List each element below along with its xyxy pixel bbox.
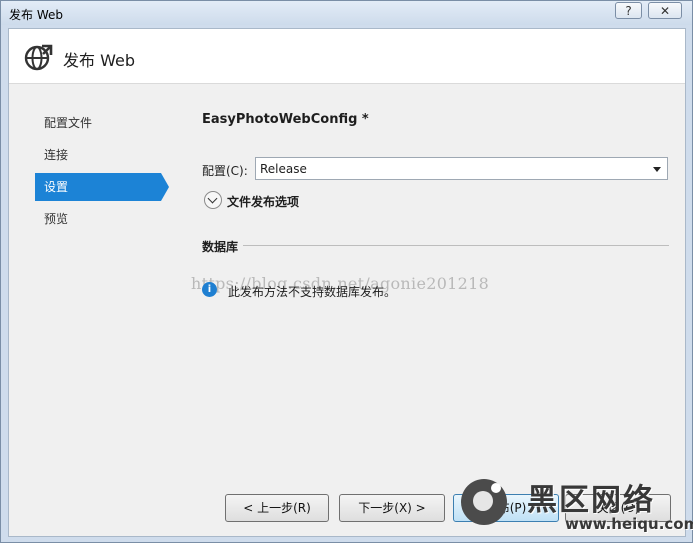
publish-web-dialog: 发布 Web ? ✕ 发布 Web 配置文件 连接 设置 预览 EasyPhot…: [0, 0, 693, 543]
nav-item-settings-label: 设置: [44, 180, 69, 194]
logo-text: 黑区网络: [527, 483, 655, 518]
configuration-label: 配置(C):: [202, 164, 248, 178]
site-logo-watermark: 黑区网络 www.heiqu.com: [453, 475, 693, 537]
nav-item-connection[interactable]: 连接: [35, 141, 161, 169]
info-icon: i: [202, 282, 217, 297]
configuration-value: Release: [260, 162, 307, 176]
logo-icon: [461, 479, 507, 525]
section-divider: [243, 245, 669, 246]
database-section-title: 数据库: [202, 240, 239, 254]
next-button[interactable]: 下一步(X) >: [339, 494, 445, 522]
logo-icon-inner: [473, 491, 493, 511]
nav-item-profile[interactable]: 配置文件: [35, 109, 161, 137]
previous-button[interactable]: < 上一步(R): [225, 494, 329, 522]
chevron-down-icon: [207, 193, 218, 204]
help-button[interactable]: ?: [615, 2, 642, 19]
title-bar[interactable]: 发布 Web ? ✕: [1, 1, 692, 25]
configuration-select[interactable]: Release: [255, 157, 668, 180]
nav-item-preview[interactable]: 预览: [35, 205, 161, 233]
dialog-header: 发布 Web: [9, 29, 685, 84]
nav-item-settings[interactable]: 设置: [35, 173, 169, 201]
database-info-message: 此发布方法不支持数据库发布。: [228, 285, 397, 299]
dropdown-arrow-icon: [653, 167, 661, 172]
profile-name: EasyPhotoWebConfig *: [202, 112, 369, 127]
active-indicator-arrow: [161, 173, 169, 201]
globe-icon: [24, 44, 53, 71]
file-publish-options-label[interactable]: 文件发布选项: [227, 193, 299, 210]
logo-icon-dot: [491, 483, 501, 493]
logo-url: www.heiqu.com: [565, 515, 693, 533]
window-close-button[interactable]: ✕: [648, 2, 682, 19]
window-title: 发布 Web: [9, 8, 63, 22]
page-title: 发布 Web: [63, 51, 135, 70]
dialog-body: 发布 Web 配置文件 连接 设置 预览 EasyPhotoWebConfig …: [8, 28, 686, 537]
expand-toggle-button[interactable]: [204, 191, 222, 209]
